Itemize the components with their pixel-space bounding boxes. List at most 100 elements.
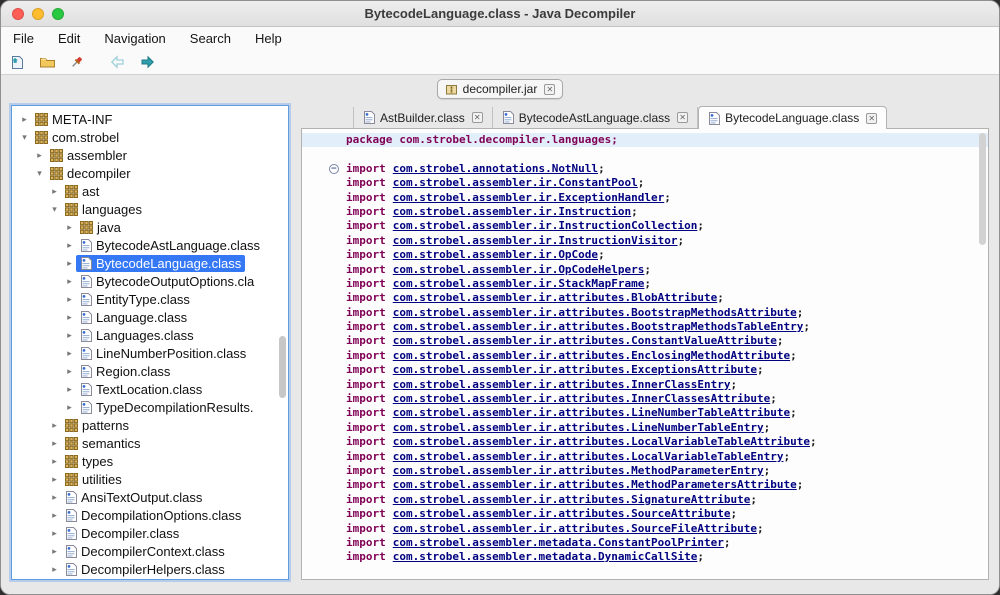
import-link[interactable]: com.strobel.assembler.ir.attributes.Inne… bbox=[393, 392, 771, 405]
chevron-right-icon[interactable]: ▸ bbox=[48, 420, 61, 431]
close-icon[interactable]: ✕ bbox=[866, 113, 877, 124]
import-link[interactable]: com.strobel.assembler.ir.attributes.Exce… bbox=[393, 363, 757, 376]
chevron-right-icon[interactable]: ▸ bbox=[63, 294, 76, 305]
tree-item[interactable]: ▸TextLocation.class bbox=[12, 380, 288, 398]
tree-item[interactable]: ▸types bbox=[12, 452, 288, 470]
import-link[interactable]: com.strobel.assembler.ir.attributes.Inne… bbox=[393, 378, 731, 391]
chevron-right-icon[interactable]: ▸ bbox=[48, 474, 61, 485]
chevron-right-icon[interactable]: ▸ bbox=[63, 276, 76, 287]
chevron-right-icon[interactable]: ▸ bbox=[18, 114, 31, 125]
chevron-right-icon[interactable]: ▸ bbox=[48, 528, 61, 539]
editor-tab[interactable]: BytecodeAstLanguage.class✕ bbox=[493, 107, 698, 128]
close-icon[interactable]: ✕ bbox=[544, 84, 555, 95]
tree-item[interactable]: ▾com.strobel bbox=[12, 128, 288, 146]
import-link[interactable]: com.strobel.assembler.ir.OpCode bbox=[393, 248, 598, 261]
tree-item[interactable]: ▸META-INF bbox=[12, 110, 288, 128]
import-link[interactable]: com.strobel.assembler.ir.attributes.Boot… bbox=[393, 320, 804, 333]
code-scrollbar[interactable] bbox=[979, 133, 986, 245]
tree-item[interactable]: ▸DecompilerHelpers.class bbox=[12, 560, 288, 578]
import-link[interactable]: com.strobel.annotations.NotNull bbox=[393, 162, 598, 175]
editor-tab[interactable]: AstBuilder.class✕ bbox=[353, 107, 493, 128]
import-link[interactable]: com.strobel.assembler.metadata.DynamicCa… bbox=[393, 550, 698, 563]
menu-navigation[interactable]: Navigation bbox=[104, 31, 165, 46]
chevron-down-icon[interactable]: ▾ bbox=[33, 168, 46, 179]
tree-item[interactable]: ▸TypeDecompilationResults. bbox=[12, 398, 288, 416]
pin-button[interactable] bbox=[65, 52, 87, 72]
tree-item[interactable]: ▾languages bbox=[12, 200, 288, 218]
chevron-right-icon[interactable]: ▸ bbox=[63, 330, 76, 341]
import-link[interactable]: com.strobel.assembler.ir.attributes.Sour… bbox=[393, 522, 757, 535]
zoom-window-button[interactable] bbox=[52, 8, 64, 20]
back-button[interactable] bbox=[107, 52, 129, 72]
tree-item[interactable]: ▸Languages.class bbox=[12, 326, 288, 344]
menu-search[interactable]: Search bbox=[190, 31, 231, 46]
tree-item[interactable]: ▸assembler bbox=[12, 146, 288, 164]
tree-item[interactable]: ▸Language.class bbox=[12, 308, 288, 326]
tree-item[interactable]: ▸DecompilationOptions.class bbox=[12, 506, 288, 524]
close-window-button[interactable] bbox=[12, 8, 24, 20]
tree-item[interactable]: ▸LineNumberPosition.class bbox=[12, 344, 288, 362]
chevron-right-icon[interactable]: ▸ bbox=[63, 384, 76, 395]
chevron-right-icon[interactable]: ▸ bbox=[48, 456, 61, 467]
chevron-right-icon[interactable]: ▸ bbox=[48, 510, 61, 521]
menu-help[interactable]: Help bbox=[255, 31, 282, 46]
tree-item[interactable]: ▸BytecodeOutputOptions.cla bbox=[12, 272, 288, 290]
tree-item[interactable]: ▸DecompilerContext.class bbox=[12, 542, 288, 560]
import-link[interactable]: com.strobel.assembler.ir.attributes.Blob… bbox=[393, 291, 718, 304]
menu-file[interactable]: File bbox=[13, 31, 34, 46]
tree-scrollbar[interactable] bbox=[279, 336, 286, 398]
chevron-right-icon[interactable]: ▸ bbox=[48, 564, 61, 575]
chevron-right-icon[interactable]: ▸ bbox=[63, 366, 76, 377]
chevron-right-icon[interactable]: ▸ bbox=[33, 150, 46, 161]
tree-item[interactable]: ▸patterns bbox=[12, 416, 288, 434]
tree-item[interactable]: ▸utilities bbox=[12, 470, 288, 488]
import-link[interactable]: com.strobel.assembler.ir.attributes.Line… bbox=[393, 406, 790, 419]
minimize-window-button[interactable] bbox=[32, 8, 44, 20]
close-icon[interactable]: ✕ bbox=[677, 112, 688, 123]
import-link[interactable]: com.strobel.assembler.ir.InstructionVisi… bbox=[393, 234, 678, 247]
chevron-right-icon[interactable]: ▸ bbox=[63, 240, 76, 251]
import-link[interactable]: com.strobel.assembler.ir.attributes.Loca… bbox=[393, 450, 784, 463]
open-folder-button[interactable] bbox=[36, 52, 58, 72]
tree-item[interactable]: ▸ast bbox=[12, 182, 288, 200]
import-link[interactable]: com.strobel.assembler.metadata.ConstantP… bbox=[393, 536, 724, 549]
tree-item[interactable]: ▸Decompiler.class bbox=[12, 524, 288, 542]
import-link[interactable]: com.strobel.assembler.ir.OpCodeHelpers bbox=[393, 263, 645, 276]
chevron-right-icon[interactable]: ▸ bbox=[48, 492, 61, 503]
chevron-down-icon[interactable]: ▾ bbox=[18, 132, 31, 143]
import-link[interactable]: com.strobel.assembler.ir.attributes.Line… bbox=[393, 421, 764, 434]
fold-collapse-icon[interactable]: − bbox=[329, 164, 339, 174]
import-link[interactable]: com.strobel.assembler.ir.attributes.Meth… bbox=[393, 478, 797, 491]
chevron-right-icon[interactable]: ▸ bbox=[63, 348, 76, 359]
jar-tab[interactable]: decompiler.jar ✕ bbox=[437, 79, 564, 99]
tree-item[interactable]: ▸BytecodeLanguage.class bbox=[12, 254, 288, 272]
chevron-right-icon[interactable]: ▸ bbox=[48, 438, 61, 449]
chevron-right-icon[interactable]: ▸ bbox=[63, 402, 76, 413]
editor-tab[interactable]: BytecodeLanguage.class✕ bbox=[698, 106, 887, 129]
chevron-right-icon[interactable]: ▸ bbox=[63, 258, 76, 269]
tree-item[interactable]: ▸EntityType.class bbox=[12, 290, 288, 308]
tree-item[interactable]: ▸Region.class bbox=[12, 362, 288, 380]
import-link[interactable]: com.strobel.assembler.ir.attributes.Sign… bbox=[393, 493, 751, 506]
import-link[interactable]: com.strobel.assembler.ir.attributes.Sour… bbox=[393, 507, 731, 520]
import-link[interactable]: com.strobel.assembler.ir.attributes.Meth… bbox=[393, 464, 764, 477]
import-link[interactable]: com.strobel.assembler.ir.attributes.Boot… bbox=[393, 306, 797, 319]
chevron-right-icon[interactable]: ▸ bbox=[63, 222, 76, 233]
import-link[interactable]: com.strobel.assembler.ir.attributes.Cons… bbox=[393, 334, 777, 347]
chevron-down-icon[interactable]: ▾ bbox=[48, 204, 61, 215]
chevron-right-icon[interactable]: ▸ bbox=[63, 312, 76, 323]
import-link[interactable]: com.strobel.assembler.ir.attributes.Loca… bbox=[393, 435, 810, 448]
chevron-right-icon[interactable]: ▸ bbox=[48, 186, 61, 197]
tree-item[interactable]: ▾decompiler bbox=[12, 164, 288, 182]
import-link[interactable]: com.strobel.assembler.ir.attributes.Encl… bbox=[393, 349, 790, 362]
tree-item[interactable]: ▸AnsiTextOutput.class bbox=[12, 488, 288, 506]
tree-item[interactable]: ▸semantics bbox=[12, 434, 288, 452]
tree-item[interactable]: ▸java bbox=[12, 218, 288, 236]
forward-button[interactable] bbox=[136, 52, 158, 72]
menu-edit[interactable]: Edit bbox=[58, 31, 80, 46]
import-link[interactable]: com.strobel.assembler.ir.InstructionColl… bbox=[393, 219, 698, 232]
tree-item[interactable]: ▸BytecodeAstLanguage.class bbox=[12, 236, 288, 254]
import-link[interactable]: com.strobel.assembler.ir.Instruction bbox=[393, 205, 631, 218]
import-link[interactable]: com.strobel.assembler.ir.ExceptionHandle… bbox=[393, 191, 665, 204]
import-link[interactable]: com.strobel.assembler.ir.StackMapFrame bbox=[393, 277, 645, 290]
